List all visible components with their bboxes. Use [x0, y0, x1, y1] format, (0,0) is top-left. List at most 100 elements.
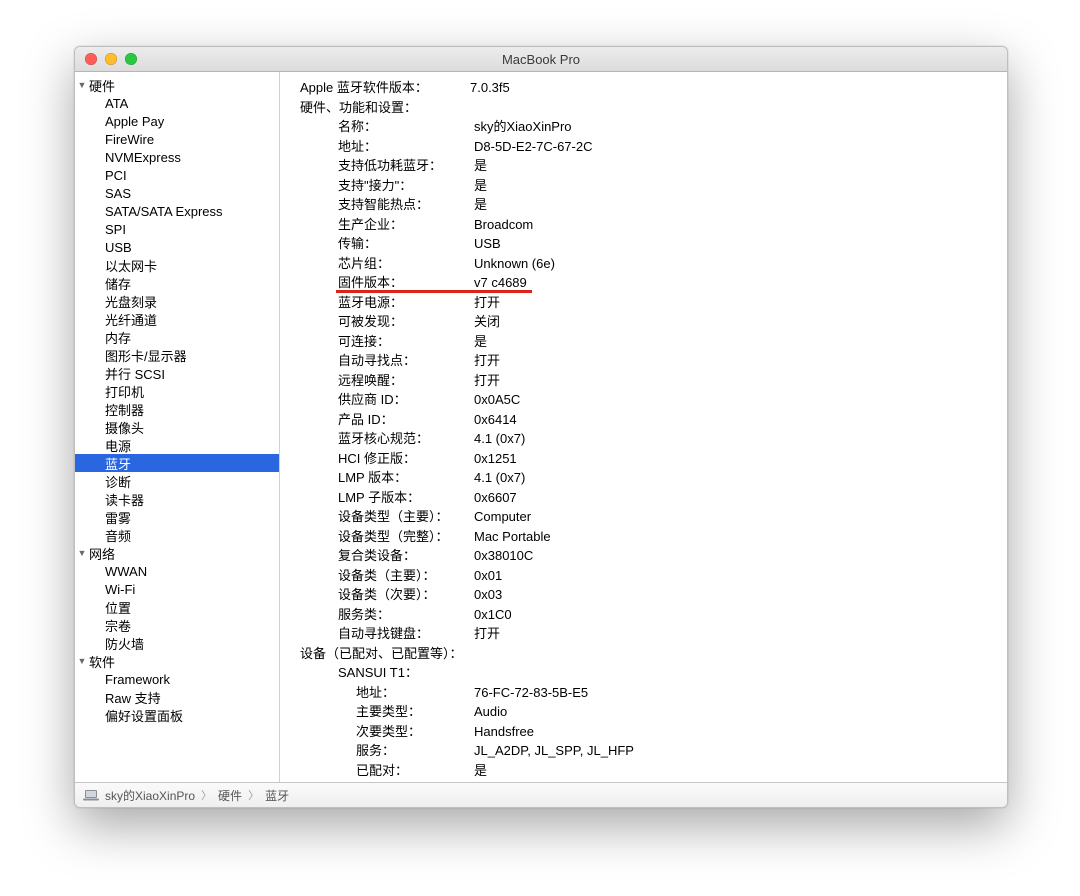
content-inner: Apple 蓝牙软件版本： 7.0.3f5 硬件、功能和设置： 名称：sky的X…	[300, 78, 1003, 782]
sidebar-item-camera[interactable]: 摄像头	[75, 418, 279, 436]
label: 地址：	[356, 683, 474, 703]
sidebar-item-fibrechannel[interactable]: 光纤通道	[75, 310, 279, 328]
sidebar-item-label: NVMExpress	[105, 150, 181, 165]
path-segment-bluetooth[interactable]: 蓝牙	[265, 787, 289, 804]
sidebar-item-label: 偏好设置面板	[105, 706, 183, 724]
window-title: MacBook Pro	[75, 52, 1007, 67]
sidebar-item-printers[interactable]: 打印机	[75, 382, 279, 400]
sidebar-item-pci[interactable]: PCI	[75, 166, 279, 184]
row-hci: HCI 修正版：0x1251	[300, 449, 1003, 469]
row-dev-minor: 次要类型：Handsfree	[300, 722, 1003, 742]
window-titlebar[interactable]: MacBook Pro	[75, 47, 1007, 72]
value: 0x1251	[474, 449, 517, 469]
label: 主要类型：	[356, 702, 474, 722]
sidebar-item-label: Framework	[105, 672, 170, 687]
label: 设备（已配对、已配置等）：	[300, 644, 463, 664]
sidebar-item-thunderbolt[interactable]: 雷雾	[75, 508, 279, 526]
close-icon[interactable]	[85, 53, 97, 65]
value: sky的XiaoXinPro	[474, 117, 572, 137]
sidebar-item-label: Apple Pay	[105, 114, 164, 129]
sidebar-item-ata[interactable]: ATA	[75, 94, 279, 112]
sidebar-item-volumes[interactable]: 宗卷	[75, 616, 279, 634]
sidebar-item-ethernet[interactable]: 以太网卡	[75, 256, 279, 274]
sidebar-item-label: 防火墙	[105, 634, 144, 653]
sidebar-item-storage[interactable]: 储存	[75, 274, 279, 292]
label: LMP 子版本：	[338, 488, 474, 508]
sidebar-item-label: 宗卷	[105, 616, 131, 635]
sidebar-item-firewire[interactable]: FireWire	[75, 130, 279, 148]
value: 0x6414	[474, 410, 517, 430]
value: Handsfree	[474, 722, 534, 742]
sidebar-item-diagnostics[interactable]: 诊断	[75, 472, 279, 490]
value: 是	[474, 156, 487, 176]
sidebar-group-network[interactable]: ▼ 网络	[75, 544, 279, 562]
value: 是	[474, 761, 487, 781]
sidebar-item-wwan[interactable]: WWAN	[75, 562, 279, 580]
sidebar-item-bluetooth[interactable]: 蓝牙	[75, 454, 279, 472]
content-pane[interactable]: Apple 蓝牙软件版本： 7.0.3f5 硬件、功能和设置： 名称：sky的X…	[280, 72, 1007, 782]
value: 关闭	[474, 312, 500, 332]
label: 自动寻找键盘：	[338, 624, 474, 644]
row-classmajor: 设备类（主要）：0x01	[300, 566, 1003, 586]
sidebar-item-nvmexpress[interactable]: NVMExpress	[75, 148, 279, 166]
sidebar-item-framework[interactable]: Framework	[75, 670, 279, 688]
sidebar-group-hardware[interactable]: ▼ 硬件	[75, 76, 279, 94]
sidebar-item-locations[interactable]: 位置	[75, 598, 279, 616]
sidebar-item-applepay[interactable]: Apple Pay	[75, 112, 279, 130]
sidebar-item-label: 光盘刻录	[105, 292, 157, 311]
label: LMP 版本：	[338, 468, 474, 488]
sidebar-item-sas[interactable]: SAS	[75, 184, 279, 202]
row-chipset: 芯片组：Unknown (6e)	[300, 254, 1003, 274]
label: Apple 蓝牙软件版本：	[300, 78, 470, 98]
row-address: 地址：D8-5D-E2-7C-67-2C	[300, 137, 1003, 157]
zoom-icon[interactable]	[125, 53, 137, 65]
sidebar-item-label: 音频	[105, 526, 131, 545]
value: Mac Portable	[474, 527, 551, 547]
sidebar-item-sata[interactable]: SATA/SATA Express	[75, 202, 279, 220]
label: 设备类（主要）：	[338, 566, 474, 586]
sidebar[interactable]: ▼ 硬件 ATA Apple Pay FireWire NVMExpress P…	[75, 72, 280, 782]
row-manufacturer: 生产企业：Broadcom	[300, 215, 1003, 235]
label: 远程唤醒：	[338, 371, 474, 391]
sidebar-item-label: ATA	[105, 96, 128, 111]
label: 地址：	[338, 137, 474, 157]
label: 固件版本：	[338, 273, 474, 293]
sidebar-item-raw[interactable]: Raw 支持	[75, 688, 279, 706]
sidebar-item-prefpanes[interactable]: 偏好设置面板	[75, 706, 279, 724]
chevron-down-icon: ▼	[75, 80, 89, 90]
sidebar-item-power[interactable]: 电源	[75, 436, 279, 454]
row-lmpsub: LMP 子版本：0x6607	[300, 488, 1003, 508]
label: 硬件、功能和设置：	[300, 98, 417, 118]
chevron-down-icon: ▼	[75, 656, 89, 666]
label: 传输：	[338, 234, 474, 254]
minimize-icon[interactable]	[105, 53, 117, 65]
sidebar-item-cardreader[interactable]: 读卡器	[75, 490, 279, 508]
value: JL_A2DP, JL_SPP, JL_HFP	[474, 741, 634, 761]
sidebar-item-wifi[interactable]: Wi-Fi	[75, 580, 279, 598]
sidebar-group-software[interactable]: ▼ 软件	[75, 652, 279, 670]
value: USB	[474, 234, 501, 254]
sidebar-item-controller[interactable]: 控制器	[75, 400, 279, 418]
sidebar-item-spi[interactable]: SPI	[75, 220, 279, 238]
sidebar-item-audio[interactable]: 音频	[75, 526, 279, 544]
sidebar-item-discburning[interactable]: 光盘刻录	[75, 292, 279, 310]
label: 已配置：	[356, 780, 474, 782]
chevron-right-icon: 〉	[201, 787, 212, 803]
row-dev-configured: 已配置：是	[300, 780, 1003, 782]
path-segment-root[interactable]: sky的XiaoXinPro	[105, 787, 195, 804]
sidebar-item-graphics[interactable]: 图形卡/显示器	[75, 346, 279, 364]
sidebar-item-usb[interactable]: USB	[75, 238, 279, 256]
sidebar-item-memory[interactable]: 内存	[75, 328, 279, 346]
row-firmware: 固件版本：v7 c4689	[300, 273, 1003, 293]
row-classminor: 设备类（次要）：0x03	[300, 585, 1003, 605]
sidebar-item-label: 诊断	[105, 472, 131, 491]
path-bar[interactable]: sky的XiaoXinPro 〉 硬件 〉 蓝牙	[75, 782, 1007, 807]
row-handoff: 支持"接力"：是	[300, 176, 1003, 196]
sidebar-item-firewall[interactable]: 防火墙	[75, 634, 279, 652]
row-remotewake: 远程唤醒：打开	[300, 371, 1003, 391]
path-segment-hardware[interactable]: 硬件	[218, 787, 242, 804]
label: 支持低功耗蓝牙：	[338, 156, 474, 176]
sidebar-item-parallelscsi[interactable]: 并行 SCSI	[75, 364, 279, 382]
sidebar-item-label: 控制器	[105, 400, 144, 419]
chevron-down-icon: ▼	[75, 548, 89, 558]
